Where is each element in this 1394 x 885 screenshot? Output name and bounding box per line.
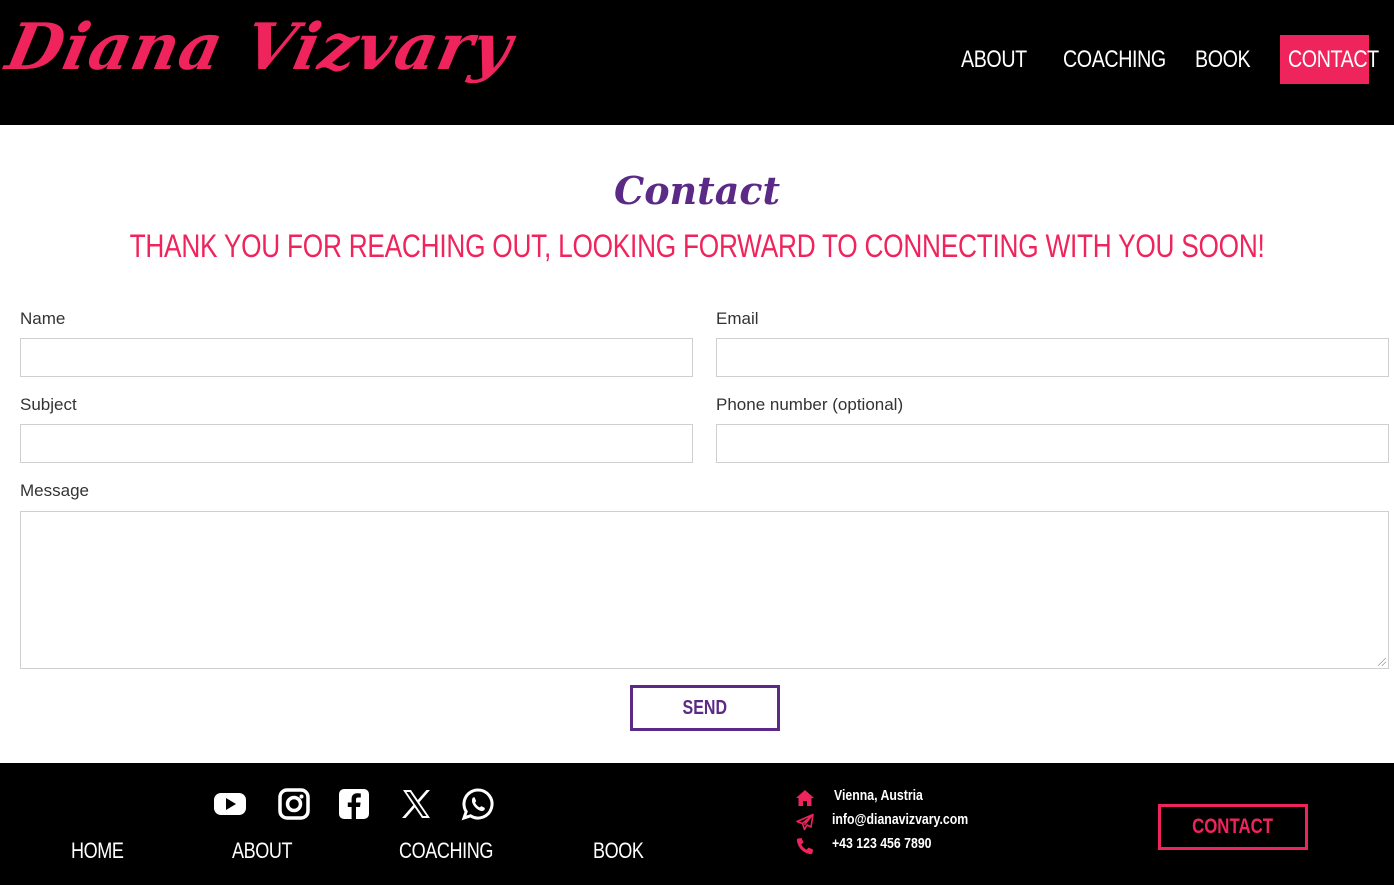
x-icon[interactable] bbox=[399, 787, 433, 821]
nav-about[interactable]: ABOUT bbox=[961, 35, 1027, 84]
send-button[interactable]: SEND bbox=[630, 685, 780, 731]
youtube-icon[interactable] bbox=[213, 787, 247, 821]
thank-you-text: THANK YOU FOR REACHING OUT, LOOKING FORW… bbox=[129, 228, 1265, 264]
location-text: Vienna, Austria bbox=[834, 787, 923, 804]
footer-link-coaching[interactable]: COACHING bbox=[399, 838, 493, 864]
site-header: Diana Vizvary ABOUT COACHING BOOK CONTAC… bbox=[0, 0, 1394, 125]
nav-contact[interactable]: CONTACT bbox=[1280, 35, 1379, 84]
site-logo[interactable]: Diana Vizvary bbox=[0, 10, 519, 85]
subject-input[interactable] bbox=[20, 424, 693, 463]
footer-contact-label: CONTACT bbox=[1192, 815, 1274, 838]
footer-link-book[interactable]: BOOK bbox=[593, 838, 644, 864]
nav-contact-label: CONTACT bbox=[1288, 46, 1379, 73]
facebook-icon[interactable] bbox=[337, 787, 371, 821]
resize-handle[interactable] bbox=[1378, 658, 1386, 666]
email-text[interactable]: info@dianavizvary.com bbox=[832, 811, 968, 828]
footer-contact-button[interactable]: CONTACT bbox=[1158, 804, 1308, 850]
nav-coaching[interactable]: COACHING bbox=[1063, 35, 1166, 84]
phone-label: Phone number (optional) bbox=[716, 395, 904, 414]
home-icon bbox=[795, 789, 815, 807]
email-label: Email bbox=[716, 309, 759, 328]
phone-icon bbox=[795, 837, 815, 855]
message-label: Message bbox=[20, 481, 89, 500]
email-input[interactable] bbox=[716, 338, 1389, 377]
instagram-icon[interactable] bbox=[277, 787, 311, 821]
paper-plane-icon bbox=[795, 813, 815, 831]
footer-link-about[interactable]: ABOUT bbox=[232, 838, 293, 864]
message-textarea[interactable] bbox=[20, 511, 1389, 669]
page-title: Contact bbox=[613, 168, 781, 213]
phone-text[interactable]: +43 123 456 7890 bbox=[832, 835, 932, 852]
subject-label: Subject bbox=[20, 395, 77, 414]
thank-you-message: THANK YOU FOR REACHING OUT, LOOKING FORW… bbox=[0, 228, 1394, 265]
send-label: SEND bbox=[682, 697, 728, 719]
footer-link-home[interactable]: HOME bbox=[71, 838, 124, 864]
nav-book[interactable]: BOOK bbox=[1195, 35, 1251, 84]
name-input[interactable] bbox=[20, 338, 693, 377]
whatsapp-icon[interactable] bbox=[461, 787, 495, 821]
name-label: Name bbox=[20, 309, 66, 328]
phone-input[interactable] bbox=[716, 424, 1389, 463]
